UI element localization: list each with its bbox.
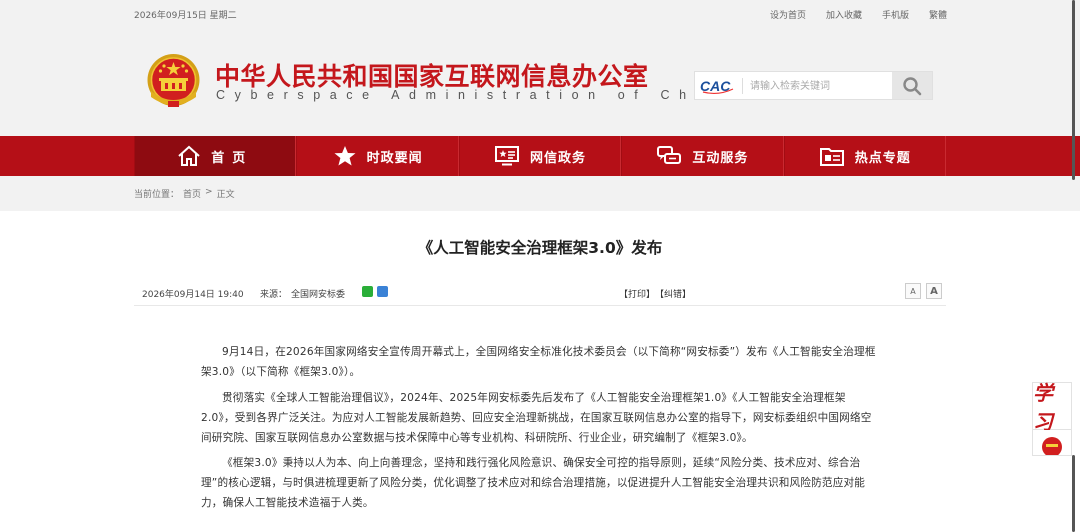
study-float-button[interactable]: 学习 <box>1032 381 1072 434</box>
nav-label: 热点专题 <box>854 150 911 166</box>
scrollbar-thumb-lower[interactable] <box>1072 455 1075 532</box>
nav-item-news[interactable]: 时政要闻 <box>296 136 459 176</box>
nav-item-topics[interactable]: 热点专题 <box>783 136 946 176</box>
font-decrease-label: A <box>910 286 916 296</box>
correction-link[interactable]: 【纠错】 <box>655 287 691 300</box>
folder-icon <box>819 148 844 166</box>
breadcrumb-current: 正文 <box>216 190 235 200</box>
nav-label: 首页 <box>211 150 254 166</box>
site-title-en: Cyberspace Administration of China <box>216 88 742 102</box>
source-label: 来源： <box>260 290 288 300</box>
nav-item-home[interactable]: 首页 <box>134 136 297 176</box>
article-actions: 【打印】 【纠错】 <box>619 287 691 300</box>
font-increase-label: A <box>930 285 938 297</box>
weibo-share-icon[interactable] <box>377 286 388 297</box>
mobile-version-link[interactable]: 手机版 <box>882 8 909 21</box>
screen-icon <box>494 146 519 166</box>
breadcrumb-bar: 当前位置： 首页 > 正文 <box>0 176 1080 211</box>
top-links: 设为首页 加入收藏 手机版 繁體 <box>770 8 947 21</box>
nav-label: 互动服务 <box>692 150 749 166</box>
emblem-mini-icon <box>1042 437 1062 455</box>
nav-label: 网信政务 <box>529 150 586 166</box>
search-divider <box>742 78 743 94</box>
article-title: 《人工智能安全治理框架3.0》发布 <box>417 239 663 257</box>
font-decrease-button[interactable]: A <box>905 283 921 299</box>
chat-icon <box>657 146 682 164</box>
scrollbar-thumb[interactable] <box>1072 0 1075 180</box>
search-input[interactable] <box>750 76 885 96</box>
publish-date: 2026年09月14日 19:40 <box>142 290 244 300</box>
main-nav: 首页 时政要闻 网信政务 互动服务 热点专题 <box>0 136 1080 176</box>
add-favorite-link[interactable]: 加入收藏 <box>826 8 862 21</box>
search-box: CAC <box>694 71 933 100</box>
nav-item-affairs[interactable]: 网信政务 <box>458 136 622 176</box>
study-label: 学习 <box>1033 381 1053 434</box>
traditional-chinese-link[interactable]: 繁體 <box>929 8 947 21</box>
scrollbar[interactable] <box>1072 0 1078 532</box>
article-meta: 2026年09月14日 19:40 来源： 全国网安标委 【打印】 【纠错】 A… <box>134 282 946 306</box>
print-link[interactable]: 【打印】 <box>619 287 655 300</box>
home-icon <box>178 145 200 166</box>
current-date: 2026年09月15日 星期二 <box>134 11 237 21</box>
nav-item-interactive[interactable]: 互动服务 <box>621 136 784 176</box>
wechat-share-icon[interactable] <box>362 286 373 297</box>
article-paragraph: 《框架3.0》秉持以人为本、向上向善理念，坚持和践行强化风险意识、确保安全可控的… <box>201 457 866 509</box>
source-name: 全国网安标委 <box>291 290 346 300</box>
cac-logo-icon: CAC <box>700 78 734 95</box>
article-paragraph: 贯彻落实《全球人工智能治理倡议》，2024年、2025年网安标委先后发布了《人工… <box>201 391 872 444</box>
article-paragraph: 9月14日，在2026年国家网络安全宣传周开幕式上，全国网络安全标准化技术委员会… <box>201 346 876 378</box>
star-icon <box>334 146 356 166</box>
search-button[interactable] <box>892 72 932 99</box>
site-header: 中华人民共和国国家互联网信息办公室 Cyberspace Administrat… <box>0 28 1080 136</box>
font-increase-button[interactable]: A <box>926 283 942 299</box>
breadcrumb: 当前位置： 首页 > 正文 <box>134 187 235 200</box>
search-icon <box>903 76 922 95</box>
nav-label: 时政要闻 <box>366 150 423 166</box>
float-widget-secondary[interactable] <box>1032 430 1072 456</box>
breadcrumb-separator: > <box>205 187 213 197</box>
top-bar: 2026年09月15日 星期二 设为首页 加入收藏 手机版 繁體 <box>0 0 1080 28</box>
national-emblem-icon[interactable] <box>146 53 201 111</box>
article-body: 9月14日，在2026年国家网络安全宣传周开幕式上，全国网络安全标准化技术委员会… <box>201 342 879 519</box>
set-homepage-link[interactable]: 设为首页 <box>770 8 806 21</box>
breadcrumb-home-link[interactable]: 首页 <box>183 187 201 200</box>
breadcrumb-label: 当前位置： <box>134 190 180 200</box>
